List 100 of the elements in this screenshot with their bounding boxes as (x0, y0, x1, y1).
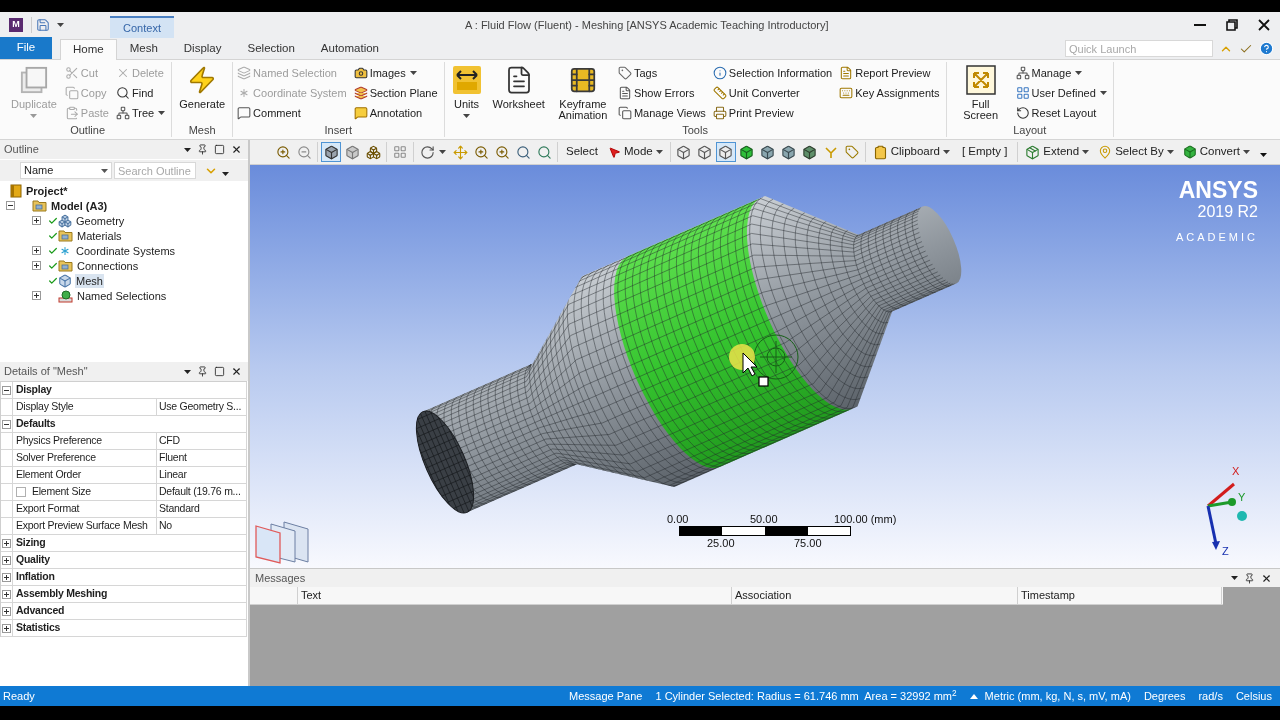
ribbon-button[interactable]: Section Plane (353, 83, 440, 103)
toolbar-menu[interactable]: Clipboard (868, 142, 954, 162)
ribbon-button[interactable]: Annotation (353, 103, 440, 123)
tree-item[interactable]: Materials (76, 228, 123, 243)
toolbar-menu[interactable]: Extend (1021, 142, 1094, 162)
ribbon-button[interactable]: User Defined (1015, 83, 1109, 103)
ribbon-tab[interactable]: Display (170, 38, 235, 59)
ribbon-button[interactable]: Worksheet (489, 63, 548, 125)
ribbon-button[interactable]: Images (353, 63, 440, 83)
property-value[interactable]: Default (19.76 m... (157, 484, 246, 500)
collapse-icon[interactable] (6, 201, 15, 210)
expand-icon[interactable] (2, 589, 11, 599)
collapse-icon[interactable] (2, 385, 11, 395)
property-value[interactable]: Fluent (157, 450, 246, 466)
toolbar-button[interactable] (715, 142, 736, 162)
ribbon-button[interactable]: Manage (1015, 63, 1109, 83)
ribbon-button[interactable]: Generate (176, 63, 229, 125)
filter-dropdown[interactable]: Name (20, 162, 112, 179)
caret-icon[interactable] (184, 369, 191, 374)
pin-icon[interactable] (197, 366, 208, 377)
window-icon[interactable] (214, 144, 225, 155)
caret-icon[interactable] (184, 147, 191, 152)
section-header[interactable]: Display (13, 382, 246, 398)
ribbon-button[interactable]: Tags (617, 63, 708, 83)
section-header[interactable]: Quality (13, 552, 246, 568)
ribbon-button[interactable]: Selection Information (712, 63, 835, 83)
context-tab[interactable]: Context (110, 16, 174, 38)
collapse-icon[interactable] (2, 419, 11, 429)
section-header[interactable]: Inflation (13, 569, 246, 585)
expand-icon[interactable] (2, 538, 11, 548)
ribbon-button[interactable]: Key Assignments (839, 83, 942, 103)
column-header[interactable]: Timestamp (1018, 587, 1222, 604)
caret-icon[interactable] (57, 23, 64, 27)
tree-item[interactable]: Project* (25, 183, 69, 198)
file-tab[interactable]: File (0, 37, 52, 59)
toolbar-button[interactable] (321, 142, 341, 162)
ribbon-button[interactable]: Print Preview (712, 103, 835, 123)
search-field[interactable]: Search Outline (114, 162, 196, 179)
section-header[interactable]: Statistics (13, 620, 246, 636)
ribbon-button[interactable]: Show Errors (617, 83, 708, 103)
quick-launch-field[interactable]: Quick Launch (1065, 40, 1213, 57)
close-icon[interactable] (231, 144, 242, 155)
expand-icon[interactable] (32, 261, 41, 270)
tree-item[interactable]: Coordinate Systems (75, 243, 177, 258)
status-button[interactable]: Message Pane (569, 687, 643, 705)
close-icon[interactable] (1261, 572, 1272, 584)
expand-icon[interactable] (32, 216, 41, 225)
pin-icon[interactable] (1244, 572, 1255, 584)
tree-item[interactable]: Named Selections (76, 288, 168, 303)
expand-icon[interactable] (2, 623, 11, 633)
toolbar-menu[interactable]: Convert (1178, 142, 1255, 162)
ribbon-button[interactable]: Keyframe Animation (552, 63, 613, 125)
expand-icon[interactable] (32, 246, 41, 255)
section-header[interactable]: Sizing (13, 535, 246, 551)
status-button[interactable]: Degrees (1143, 687, 1186, 705)
property-value[interactable]: Standard (157, 501, 246, 517)
ribbon-button[interactable]: Find (116, 83, 168, 103)
expand-icon[interactable] (2, 555, 11, 565)
ribbon-button[interactable]: Report Preview (839, 63, 942, 83)
ribbon-tab[interactable]: Home (60, 39, 117, 60)
units-menu[interactable]: Metric (mm, kg, N, s, mV, mA) (969, 687, 1131, 705)
toolbar-menu[interactable]: Select By (1094, 142, 1178, 162)
expand-icon[interactable] (2, 606, 11, 616)
window-icon[interactable] (214, 366, 225, 377)
ribbon-button[interactable]: Full Screen (950, 63, 1011, 125)
ribbon-button[interactable]: Unit Converter (712, 83, 835, 103)
property-value[interactable]: No (157, 518, 246, 534)
checkbox[interactable] (16, 487, 26, 497)
pin-icon[interactable] (197, 144, 208, 155)
section-header[interactable]: Defaults (13, 416, 246, 432)
property-value[interactable]: CFD (157, 433, 246, 449)
ribbon-button[interactable]: Manage Views (617, 103, 708, 123)
property-value[interactable]: Use Geometry S... (157, 399, 246, 415)
help-icon[interactable] (1259, 41, 1274, 56)
expand-icon[interactable] (32, 291, 41, 300)
column-header[interactable]: Association (732, 587, 1018, 604)
ribbon-button[interactable]: Tree (116, 103, 168, 123)
section-header[interactable]: Advanced (13, 603, 246, 619)
tree-item[interactable]: Model (A3) (50, 198, 109, 213)
ribbon-button[interactable]: Units (448, 63, 485, 125)
toolbar-button[interactable]: Select (561, 142, 603, 162)
tree-item[interactable]: Connections (76, 258, 140, 273)
expand-icon[interactable] (2, 572, 11, 582)
status-button[interactable]: Celsius (1235, 687, 1272, 705)
save-icon[interactable] (36, 18, 50, 32)
toolbar-menu[interactable]: Mode (603, 142, 667, 162)
column-header[interactable]: Text (298, 587, 732, 604)
caret-icon[interactable] (1231, 576, 1238, 580)
section-header[interactable]: Assembly Meshing (13, 586, 246, 602)
close-icon[interactable] (231, 366, 242, 377)
tree-item[interactable]: Mesh (75, 273, 104, 288)
tree-item[interactable]: Geometry (75, 213, 126, 228)
property-value[interactable]: Linear (157, 467, 246, 483)
status-button[interactable]: rad/s (1198, 687, 1223, 705)
ribbon-button[interactable]: Comment (237, 103, 349, 123)
ribbon-tab[interactable]: Selection (234, 38, 308, 59)
ribbon-button[interactable]: Reset Layout (1015, 103, 1109, 123)
ribbon-tab[interactable]: Mesh (116, 38, 171, 59)
caret-icon[interactable] (222, 171, 229, 176)
ribbon-tab[interactable]: Automation (307, 38, 393, 59)
